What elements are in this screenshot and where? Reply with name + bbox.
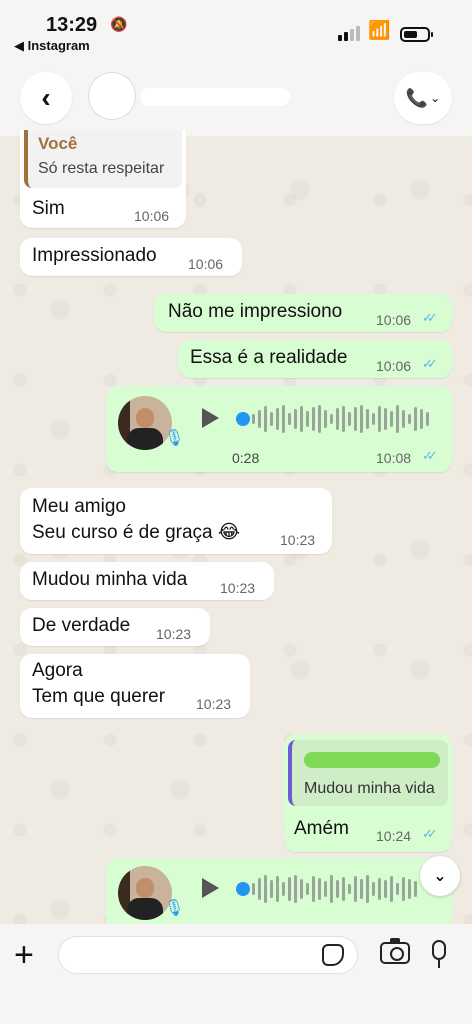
message-incoming[interactable]: Impressionado 10:06 (20, 238, 242, 276)
quote-author-redacted (304, 752, 440, 768)
playback-scrubber[interactable] (236, 882, 250, 896)
camera-icon[interactable] (380, 938, 410, 964)
call-button[interactable]: 📞 ⌄ (394, 72, 452, 124)
voice-message[interactable]: 🎙 0:28 10:08 ✓✓ (106, 386, 452, 472)
message-outgoing[interactable]: Não me impressiono 10:06 ✓✓ (154, 294, 452, 332)
message-outgoing[interactable]: Mudou minha vida Amém 10:24 ✓✓ (284, 734, 452, 852)
message-time: 10:23 (220, 580, 256, 596)
play-button[interactable] (202, 878, 219, 898)
message-time: 10:06 (376, 312, 412, 328)
message-incoming[interactable]: Mudou minha vida 10:23 (20, 562, 274, 600)
message-incoming[interactable]: Você Só resta respeitar Sim 10:06 (20, 130, 186, 228)
battery-icon (400, 27, 433, 42)
message-input[interactable] (58, 936, 358, 974)
message-incoming[interactable]: De verdade 10:23 (20, 608, 210, 646)
message-text: Sim (32, 198, 65, 219)
back-to-app-link[interactable]: ◀ Instagram (14, 38, 90, 54)
quote-text: Mudou minha vida (304, 780, 435, 797)
voice-message[interactable]: 🎙 (106, 858, 452, 924)
message-time: 10:08 (376, 450, 412, 466)
wifi-icon: 📶 (368, 20, 391, 40)
message-time: 10:06 (134, 208, 170, 224)
signal-icon (338, 26, 360, 41)
quoted-message[interactable]: Você Só resta respeitar (24, 130, 182, 188)
message-time: 10:23 (196, 696, 232, 712)
back-button[interactable]: ‹ (20, 72, 72, 124)
status-bar: 13:29 🔕 ◀ Instagram 📶 (0, 0, 472, 60)
microphone-stand (438, 960, 440, 968)
plus-icon[interactable]: + (14, 938, 34, 972)
chat-header: ‹ 📞 ⌄ (0, 60, 472, 136)
message-time: 10:23 (156, 626, 192, 642)
contact-avatar[interactable] (88, 72, 136, 120)
play-button[interactable] (202, 408, 219, 428)
chevron-down-icon: ⌄ (430, 91, 441, 105)
quote-author: Você (38, 134, 78, 153)
read-ticks-icon: ✓✓ (422, 310, 438, 325)
message-text: Não me impressiono (168, 301, 343, 322)
voice-duration: 0:28 (232, 450, 260, 466)
message-line: Meu amigo (32, 496, 126, 517)
chevron-left-icon: ‹ (41, 82, 51, 113)
message-text: Impressionado (32, 245, 157, 266)
phone-icon: 📞 (405, 87, 429, 108)
message-text: Mudou minha vida (32, 569, 188, 590)
message-incoming[interactable]: Agora Tem que querer 10:23 (20, 654, 250, 718)
quote-text: Só resta respeitar (38, 160, 165, 177)
message-text: De verdade (32, 615, 131, 636)
message-time: 10:06 (188, 256, 224, 272)
silent-bell-icon: 🔕 (110, 16, 128, 32)
waveform[interactable] (252, 404, 429, 434)
message-line: Seu curso é de graça 😂 (32, 522, 241, 543)
read-ticks-icon: ✓✓ (422, 448, 438, 463)
message-composer: + (0, 924, 472, 1024)
microphone-icon: 🎙 (164, 900, 185, 917)
message-text: Essa é a realidade (190, 347, 348, 368)
message-incoming[interactable]: Meu amigo Seu curso é de graça 😂 10:23 (20, 488, 332, 554)
message-line: Agora (32, 660, 83, 681)
read-ticks-icon: ✓✓ (422, 356, 438, 371)
message-time: 10:24 (376, 828, 412, 844)
scroll-to-bottom-button[interactable]: ⌄ (420, 856, 460, 896)
microphone-icon: 🎙 (164, 430, 185, 447)
message-line: Tem que querer (32, 686, 166, 707)
message-time: 10:23 (280, 532, 316, 548)
quoted-message[interactable]: Mudou minha vida (288, 740, 448, 806)
playback-scrubber[interactable] (236, 412, 250, 426)
message-outgoing[interactable]: Essa é a realidade 10:06 ✓✓ (178, 340, 452, 378)
waveform[interactable] (252, 874, 417, 904)
microphone-icon[interactable] (432, 940, 446, 960)
chevron-down-icon: ⌄ (433, 868, 447, 885)
message-time: 10:06 (376, 358, 412, 374)
message-text: Amém (294, 818, 349, 839)
status-time: 13:29 (46, 14, 98, 36)
read-ticks-icon: ✓✓ (422, 826, 438, 841)
contact-name-redacted[interactable] (140, 88, 290, 106)
